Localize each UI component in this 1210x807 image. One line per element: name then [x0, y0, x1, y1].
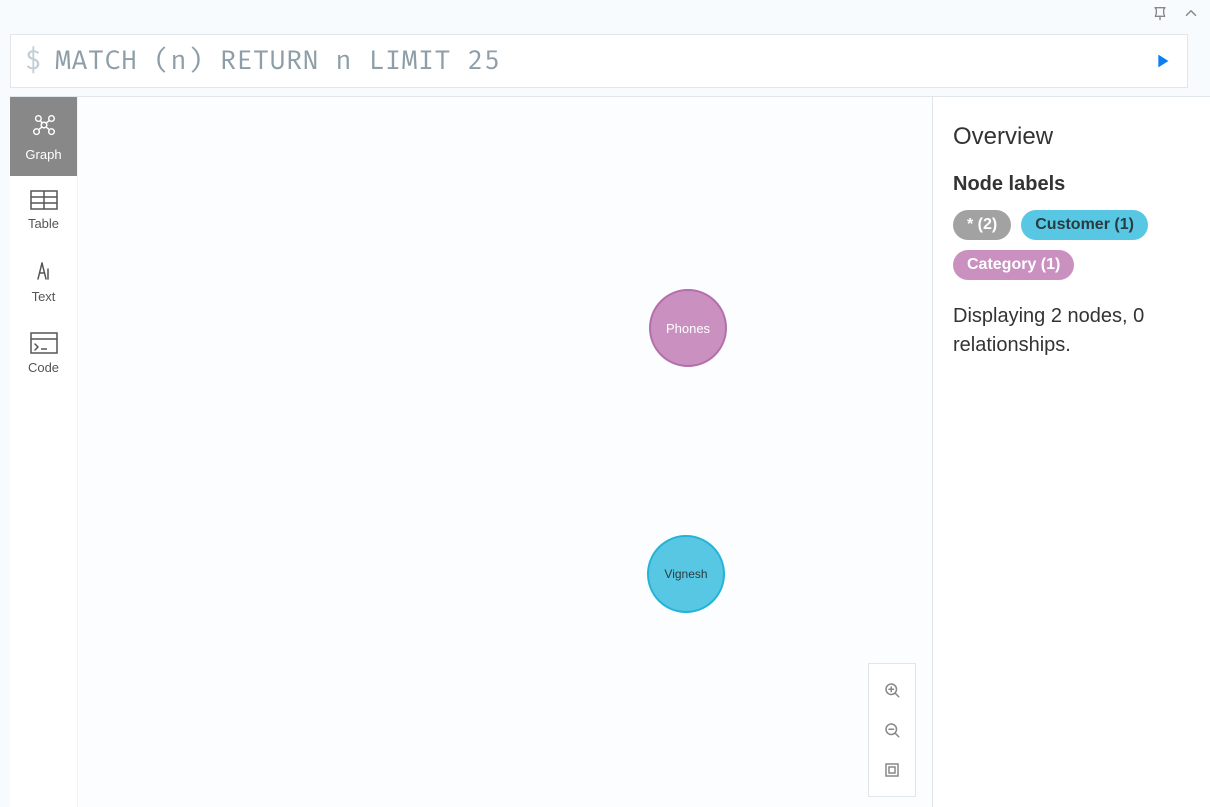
zoom-in-button[interactable] [869, 670, 915, 710]
pin-icon[interactable] [1152, 5, 1168, 26]
collapse-icon[interactable] [1182, 4, 1200, 27]
label-category[interactable]: Category (1) [953, 250, 1074, 280]
zoom-out-button[interactable] [869, 710, 915, 750]
run-query-button[interactable] [1151, 50, 1173, 72]
node-labels-header: Node labels [953, 173, 1190, 196]
workspace: Graph Table Text [10, 96, 1210, 807]
query-prompt-symbol: $ [25, 45, 41, 77]
view-tabs: Graph Table Text [10, 97, 78, 807]
tab-text-label: Text [32, 289, 56, 304]
tab-table-label: Table [28, 216, 59, 231]
overview-status: Displaying 2 nodes, 0 relationships. [953, 302, 1190, 360]
tab-graph[interactable]: Graph [10, 97, 77, 176]
table-icon [30, 190, 58, 210]
node-phones-label: Phones [666, 321, 710, 336]
node-vignesh-label: Vignesh [664, 567, 707, 581]
tab-code[interactable]: Code [10, 318, 77, 389]
query-input[interactable]: MATCH (n) RETURN n LIMIT 25 [55, 45, 1151, 77]
query-bar: $ MATCH (n) RETURN n LIMIT 25 [10, 34, 1188, 88]
zoom-panel [868, 663, 916, 797]
label-customer[interactable]: Customer (1) [1021, 210, 1148, 240]
tab-table[interactable]: Table [10, 176, 77, 245]
label-all[interactable]: * (2) [953, 210, 1011, 240]
node-labels-row: * (2) Customer (1) Category (1) [953, 210, 1190, 280]
tab-code-label: Code [28, 360, 59, 375]
overview-title: Overview [953, 123, 1190, 151]
graph-canvas[interactable]: Phones Vignesh [78, 97, 932, 807]
zoom-fit-button[interactable] [869, 750, 915, 790]
node-vignesh[interactable]: Vignesh [647, 535, 725, 613]
node-phones[interactable]: Phones [649, 289, 727, 367]
tab-graph-label: Graph [25, 147, 61, 162]
graph-icon [29, 111, 59, 141]
tab-text[interactable]: Text [10, 245, 77, 318]
text-icon [32, 259, 56, 283]
overview-panel: Overview Node labels * (2) Customer (1) … [932, 97, 1210, 807]
code-icon [30, 332, 58, 354]
